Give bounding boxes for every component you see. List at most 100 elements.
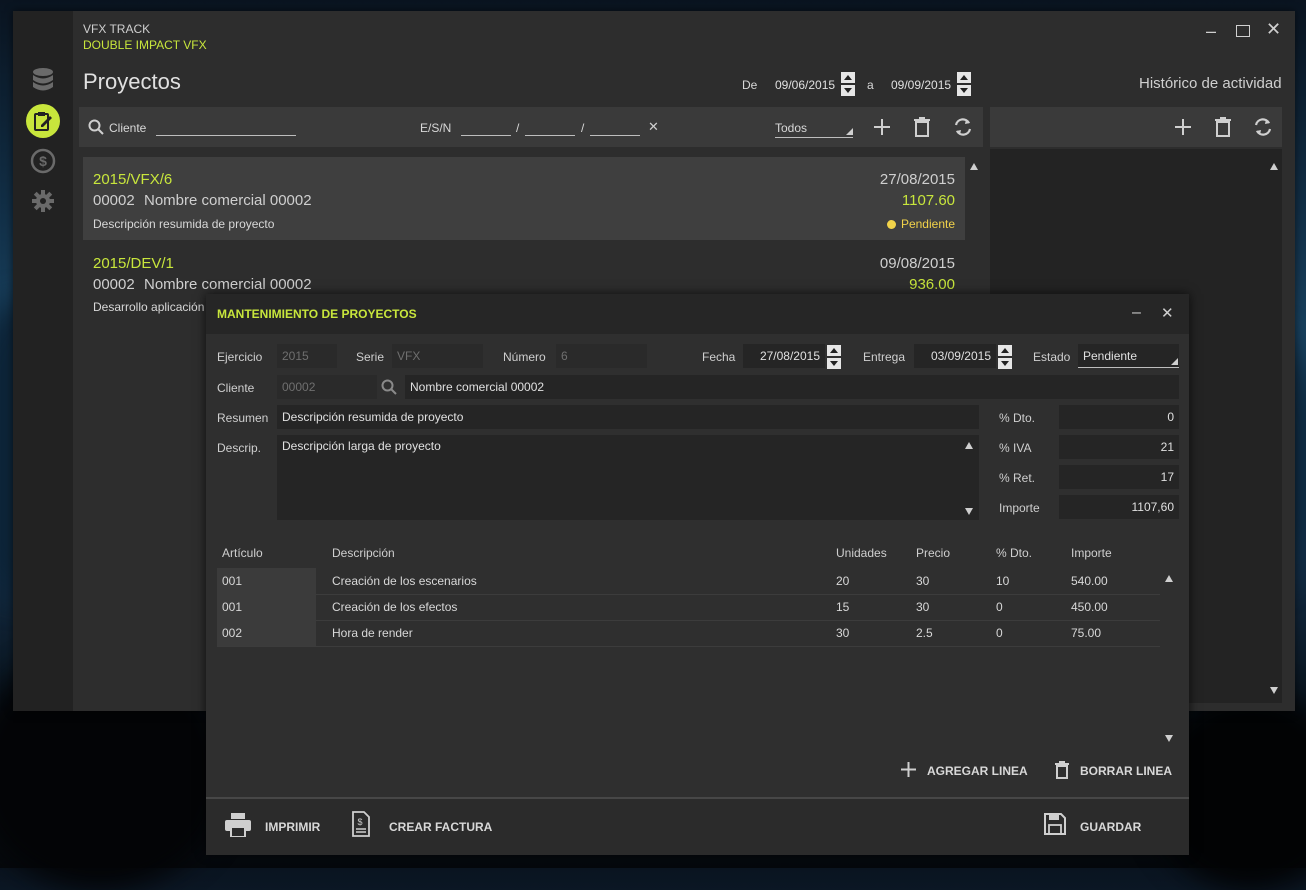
numero-label: Número <box>503 350 546 364</box>
project-amount: 1107.60 <box>901 192 955 209</box>
svg-text:$: $ <box>357 817 362 827</box>
date-from-input[interactable]: 09/06/2015 <box>775 78 835 92</box>
close-icon[interactable]: ✕ <box>1161 304 1174 322</box>
add-icon[interactable] <box>901 762 916 777</box>
esn-filter-label: E/S/N <box>420 121 452 135</box>
project-amount: 936.00 <box>909 276 955 293</box>
trash-icon[interactable] <box>914 117 930 137</box>
scroll-up-icon[interactable] <box>1165 575 1173 582</box>
scroll-down-icon[interactable] <box>1270 687 1278 694</box>
activity-title: Histórico de actividad <box>1139 75 1282 92</box>
col-header-dto: % Dto. <box>996 546 1033 560</box>
numero-field: 6 <box>556 344 647 368</box>
dialog-header: MANTENIMIENTO DE PROYECTOS – ✕ <box>206 294 1189 334</box>
esn-input-1[interactable] <box>461 121 511 136</box>
fecha-spinner[interactable] <box>827 345 841 369</box>
gear-icon[interactable] <box>26 184 60 218</box>
cell-unidades: 30 <box>836 626 850 640</box>
minimize-icon[interactable]: – <box>1132 304 1141 322</box>
project-client-id: 00002 <box>93 276 135 293</box>
ret-input[interactable]: 17 <box>1059 465 1179 489</box>
client-filter-input[interactable] <box>156 121 296 136</box>
close-icon[interactable]: ✕ <box>1266 19 1281 40</box>
clear-filter-icon[interactable]: ✕ <box>648 119 659 135</box>
refresh-icon[interactable] <box>1253 117 1273 137</box>
cliente-label: Cliente <box>217 381 255 395</box>
project-card[interactable]: 2015/VFX/6 27/08/2015 00002 Nombre comer… <box>83 157 965 240</box>
maximize-icon[interactable] <box>1236 25 1250 37</box>
col-header-importe: Importe <box>1071 546 1112 560</box>
table-row[interactable]: 002 Hora de render 30 2.5 0 75.00 <box>217 620 1160 647</box>
cell-unidades: 20 <box>836 574 850 588</box>
entrega-spinner[interactable] <box>998 345 1012 369</box>
company-name: DOUBLE IMPACT VFX <box>83 38 207 52</box>
entrega-input[interactable]: 03/09/2015 <box>914 344 996 368</box>
descrip-textarea[interactable]: Descripción larga de proyecto <box>277 435 979 520</box>
minimize-icon[interactable]: – <box>1206 21 1216 42</box>
col-header-unidades: Unidades <box>836 546 887 560</box>
dollar-icon[interactable]: $ <box>26 144 60 178</box>
esn-input-3[interactable] <box>590 121 640 136</box>
add-line-button[interactable]: AGREGAR LINEA <box>927 764 1028 778</box>
status-filter-value: Todos <box>775 121 808 135</box>
cell-precio: 2.5 <box>916 626 933 640</box>
scroll-up-icon[interactable] <box>965 442 973 449</box>
serie-label: Serie <box>356 350 385 364</box>
save-button[interactable]: GUARDAR <box>1080 820 1141 834</box>
cell-unidades: 15 <box>836 600 850 614</box>
estado-label: Estado <box>1033 350 1071 364</box>
date-from-label: De <box>742 78 758 92</box>
cell-precio: 30 <box>916 600 930 614</box>
table-row[interactable]: 001 Creación de los escenarios 20 30 10 … <box>217 568 1160 595</box>
invoice-icon[interactable]: $ <box>352 811 370 837</box>
iva-label: % IVA <box>999 441 1032 455</box>
cell-dto: 0 <box>996 626 1003 640</box>
delete-line-button[interactable]: BORRAR LINEA <box>1080 764 1172 778</box>
trash-icon[interactable] <box>1215 117 1231 137</box>
dialog-footer: IMPRIMIR $ CREAR FACTURA GUARDAR <box>206 797 1189 855</box>
printer-icon[interactable] <box>225 813 251 837</box>
estado-select[interactable]: Pendiente <box>1078 344 1179 368</box>
scroll-down-icon[interactable] <box>1165 735 1173 742</box>
add-icon[interactable] <box>1174 118 1192 136</box>
print-button[interactable]: IMPRIMIR <box>265 820 320 834</box>
sidebar: $ <box>13 11 73 711</box>
projects-edit-icon[interactable] <box>26 104 60 138</box>
date-to-spinner[interactable] <box>957 72 971 96</box>
refresh-icon[interactable] <box>953 117 973 137</box>
client-filter-label: Cliente <box>109 121 147 135</box>
scroll-down-icon[interactable] <box>965 508 973 515</box>
cell-articulo: 001 <box>222 600 243 614</box>
dto-input[interactable]: 0 <box>1059 405 1179 429</box>
dropdown-icon <box>846 128 853 135</box>
dropdown-icon <box>1171 358 1178 365</box>
esn-separator: / <box>516 121 520 135</box>
status-filter-select[interactable]: Todos <box>775 121 853 138</box>
date-from-spinner[interactable] <box>841 72 855 96</box>
descrip-label: Descrip. <box>217 441 262 455</box>
add-icon[interactable] <box>873 118 891 136</box>
table-row[interactable]: 001 Creación de los efectos 15 30 0 450.… <box>217 594 1160 621</box>
trash-icon[interactable] <box>1055 761 1069 779</box>
resumen-input[interactable]: Descripción resumida de proyecto <box>277 405 979 429</box>
cliente-name-field[interactable]: Nombre comercial 00002 <box>405 375 1179 399</box>
cell-articulo: 002 <box>222 626 243 640</box>
search-icon[interactable] <box>381 379 397 395</box>
cell-importe: 540.00 <box>1071 574 1108 588</box>
create-invoice-button[interactable]: CREAR FACTURA <box>389 820 492 834</box>
date-to-input[interactable]: 09/09/2015 <box>891 78 951 92</box>
scroll-up-icon[interactable] <box>970 163 978 170</box>
save-icon[interactable] <box>1044 813 1066 835</box>
cell-descripcion: Creación de los escenarios <box>332 574 477 588</box>
project-client-name: Nombre comercial 00002 <box>144 276 312 293</box>
database-icon[interactable] <box>26 63 60 97</box>
fecha-input[interactable]: 27/08/2015 <box>743 344 825 368</box>
cell-dto: 10 <box>996 574 1010 588</box>
scroll-up-icon[interactable] <box>1270 163 1278 170</box>
dto-label: % Dto. <box>999 411 1036 425</box>
status-badge: Pendiente <box>886 217 955 231</box>
iva-input[interactable]: 21 <box>1059 435 1179 459</box>
fecha-label: Fecha <box>702 350 736 364</box>
esn-separator: / <box>581 121 585 135</box>
esn-input-2[interactable] <box>525 121 575 136</box>
